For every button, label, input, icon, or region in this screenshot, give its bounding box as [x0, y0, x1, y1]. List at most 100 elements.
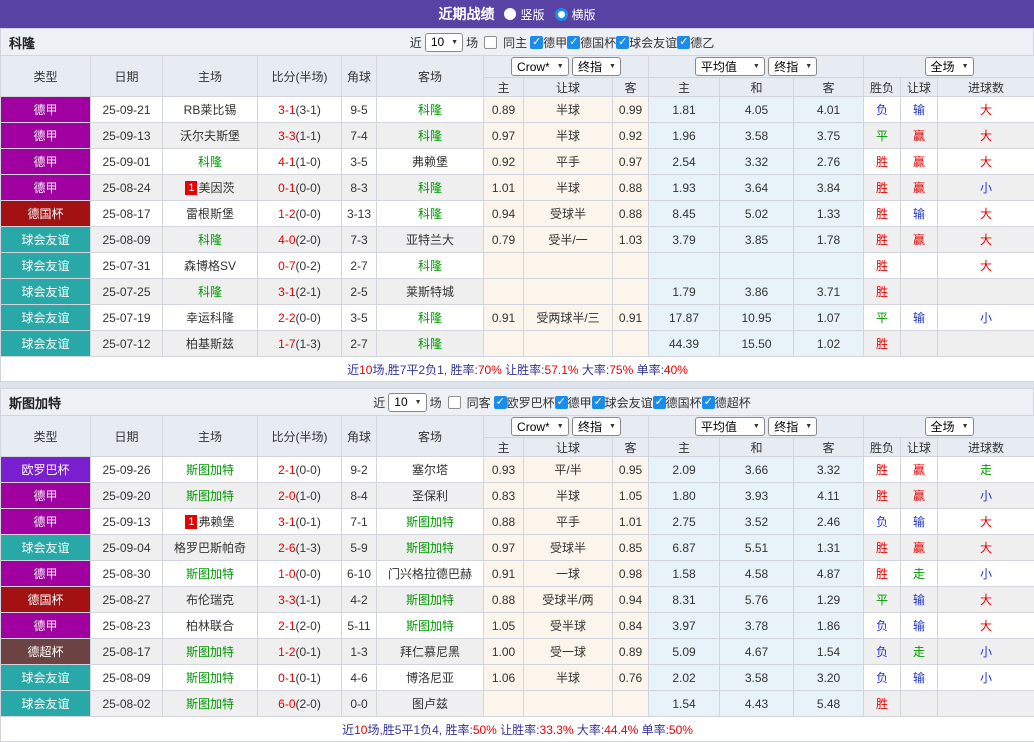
away-team[interactable]: 塞尔塔 [412, 463, 448, 477]
col-avg-away: 客 [794, 78, 864, 97]
avg-time-select[interactable]: 终指 [768, 57, 817, 76]
league-filter-label[interactable]: 德甲 [543, 34, 567, 51]
away-team[interactable]: 斯图加特 [406, 515, 454, 529]
league-filter-label[interactable]: 德乙 [690, 34, 714, 51]
league-filter-label[interactable]: 欧罗巴杯 [507, 394, 555, 411]
league-filter-label[interactable]: 球会友谊 [629, 34, 677, 51]
league-filter-checkbox[interactable] [494, 396, 507, 409]
home-team[interactable]: 雷根斯堡 [186, 207, 234, 221]
away-team[interactable]: 莱斯特城 [406, 285, 454, 299]
league-filter-checkbox[interactable] [530, 36, 543, 49]
home-team[interactable]: 柏林联合 [186, 619, 234, 633]
away-team[interactable]: 科隆 [418, 207, 442, 221]
avg-time-select[interactable]: 终指 [768, 417, 817, 436]
home-team[interactable]: 柏基斯兹 [186, 337, 234, 351]
away-team[interactable]: 斯图加特 [406, 541, 454, 555]
away-team[interactable]: 拜仁慕尼黑 [400, 645, 460, 659]
away-team[interactable]: 亚特兰大 [406, 233, 454, 247]
away-team[interactable]: 科隆 [418, 311, 442, 325]
home-team[interactable]: 幸运科隆 [186, 311, 234, 325]
result-outcome: 胜 [864, 457, 901, 483]
home-team[interactable]: 斯图加特 [186, 567, 234, 581]
home-team[interactable]: 科隆 [198, 233, 222, 247]
avg-away-odds: 1.31 [794, 535, 864, 561]
away-team[interactable]: 科隆 [418, 337, 442, 351]
away-team[interactable]: 科隆 [418, 129, 442, 143]
away-team[interactable]: 斯图加特 [406, 619, 454, 633]
result-handicap-bet [901, 691, 938, 717]
match-count-select[interactable]: 10 [425, 33, 463, 52]
home-team[interactable]: 格罗巴斯帕奇 [174, 541, 246, 555]
bookmaker-select[interactable]: Crow* [511, 57, 569, 76]
league-filter-checkbox[interactable] [702, 396, 715, 409]
league-filter-checkbox[interactable] [653, 396, 666, 409]
result-goals: 大 [938, 123, 1034, 149]
league-filter-label[interactable]: 球会友谊 [605, 394, 653, 411]
away-team[interactable]: 斯图加特 [406, 593, 454, 607]
same-venue-label[interactable]: 同客 [467, 394, 491, 411]
home-team[interactable]: 沃尔夫斯堡 [180, 129, 240, 143]
avg-select[interactable]: 平均值 [695, 57, 765, 76]
score-halftime: (2-0) [296, 233, 321, 247]
handicap-home-odds: 0.89 [484, 97, 524, 123]
away-team[interactable]: 圣保利 [412, 489, 448, 503]
radio-horizontal-label[interactable]: 横版 [572, 6, 596, 23]
home-team[interactable]: RB莱比锡 [184, 103, 237, 117]
scope-select[interactable]: 全场 [925, 57, 974, 76]
home-team[interactable]: 斯图加特 [186, 463, 234, 477]
home-team[interactable]: 弗赖堡 [198, 515, 234, 529]
result-handicap-bet: 输 [901, 587, 938, 613]
home-team[interactable]: 森博格SV [184, 259, 236, 273]
layout-option-horizontal[interactable]: 横版 [555, 6, 596, 23]
score-cell: 0-7(0-2) [258, 253, 342, 279]
away-team[interactable]: 弗赖堡 [412, 155, 448, 169]
same-venue-checkbox[interactable] [448, 396, 461, 409]
league-filter-checkbox[interactable] [555, 396, 568, 409]
league-filter-checkbox[interactable] [592, 396, 605, 409]
bookmaker-select[interactable]: Crow* [511, 417, 569, 436]
home-team[interactable]: 科隆 [198, 285, 222, 299]
away-team[interactable]: 博洛尼亚 [406, 671, 454, 685]
league-filter-label[interactable]: 德甲 [568, 394, 592, 411]
match-row: 欧罗巴杯25-09-26斯图加特2-1(0-0)9-2塞尔塔0.93平/半0.9… [1, 457, 1034, 483]
away-team[interactable]: 科隆 [418, 259, 442, 273]
away-team[interactable]: 图卢兹 [412, 697, 448, 711]
radio-horizontal-icon[interactable] [555, 8, 568, 21]
radio-vertical-icon[interactable] [504, 8, 516, 20]
away-team[interactable]: 门兴格拉德巴赫 [388, 567, 472, 581]
avg-select[interactable]: 平均值 [695, 417, 765, 436]
home-team[interactable]: 斯图加特 [186, 671, 234, 685]
avg-away-odds: 1.54 [794, 639, 864, 665]
away-team-cell: 圣保利 [377, 483, 484, 509]
handicap-time-select[interactable]: 终指 [572, 57, 621, 76]
same-venue-checkbox[interactable] [484, 36, 497, 49]
home-team[interactable]: 布伦瑞克 [186, 593, 234, 607]
league-filter-checkbox[interactable] [616, 36, 629, 49]
handicap-group-header: Crow* 终指 [484, 416, 649, 438]
home-team[interactable]: 斯图加特 [186, 697, 234, 711]
same-venue-label[interactable]: 同主 [503, 34, 527, 51]
home-team[interactable]: 斯图加特 [186, 489, 234, 503]
home-team[interactable]: 科隆 [198, 155, 222, 169]
league-filter-label[interactable]: 德超杯 [715, 394, 751, 411]
away-team[interactable]: 科隆 [418, 181, 442, 195]
handicap-line: 受半球 [524, 613, 613, 639]
home-team-cell: 科隆 [163, 149, 258, 175]
league-filter-label[interactable]: 德国杯 [666, 394, 702, 411]
match-count-select[interactable]: 10 [388, 393, 426, 412]
scope-select[interactable]: 全场 [925, 417, 974, 436]
home-team[interactable]: 美因茨 [198, 181, 234, 195]
col-avg-home: 主 [649, 438, 720, 457]
league-filter-checkbox[interactable] [567, 36, 580, 49]
avg-home-odds: 1.80 [649, 483, 720, 509]
handicap-line: 半球 [524, 175, 613, 201]
away-team[interactable]: 科隆 [418, 103, 442, 117]
score-cell: 4-1(1-0) [258, 149, 342, 175]
result-outcome: 平 [864, 123, 901, 149]
league-filter-label[interactable]: 德国杯 [580, 34, 616, 51]
home-team[interactable]: 斯图加特 [186, 645, 234, 659]
radio-vertical-label[interactable]: 竖版 [520, 6, 544, 23]
layout-option-vertical[interactable]: 竖版 [504, 6, 544, 23]
handicap-time-select[interactable]: 终指 [572, 417, 621, 436]
league-filter-checkbox[interactable] [677, 36, 690, 49]
